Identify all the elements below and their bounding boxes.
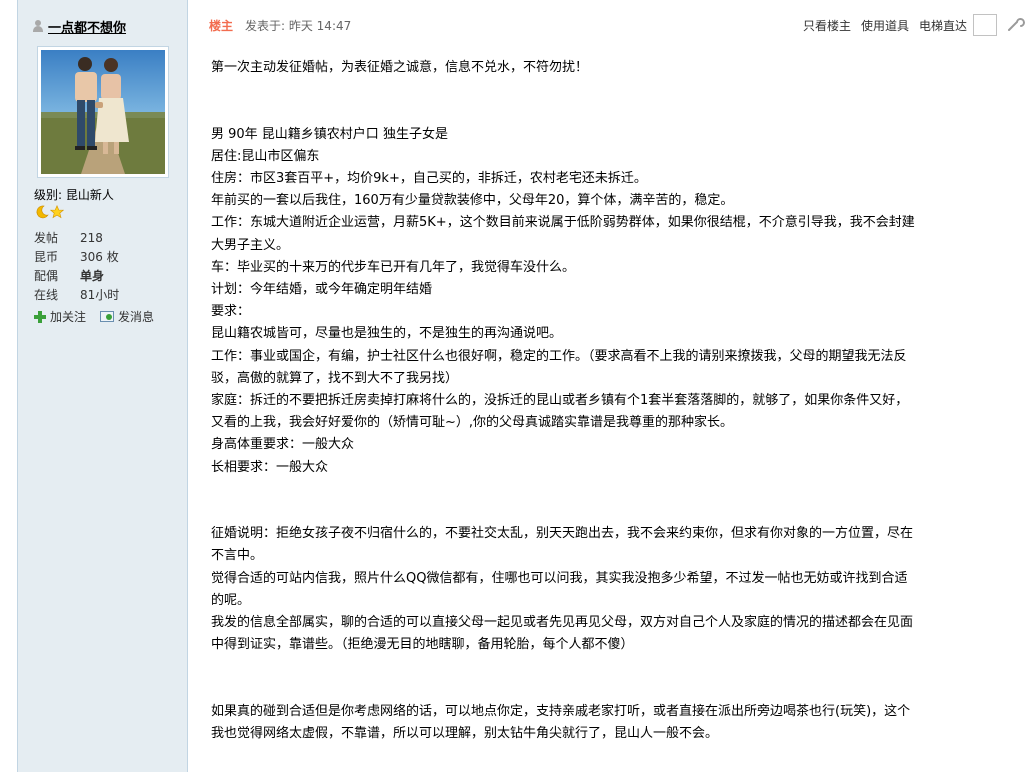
stat-value: 单身 (80, 269, 105, 283)
send-message-button[interactable]: 发消息 (100, 308, 154, 325)
stat-row-posts: 发帖 218 (34, 228, 184, 247)
star-icon (50, 205, 64, 219)
stat-label: 昆币 (34, 250, 59, 264)
content-line (211, 679, 1026, 701)
user-icon (32, 20, 44, 32)
content-line: 身高体重要求：一般大众 (211, 437, 355, 453)
content-line: 工作：事业或国企，有编，护士社区什么也很好啊，稳定的工作。（要求高看不上我的请别… (211, 348, 907, 364)
content-line: 长相要求：一般大众 (211, 459, 329, 475)
left-margin (0, 0, 18, 772)
header-links: 只看楼主 使用道具 电梯直达 (803, 14, 1025, 36)
author-name-link[interactable]: 一点都不想你 (48, 17, 126, 36)
author-row: 一点都不想你 (32, 17, 126, 36)
content-line: 我发的信息全部属实，聊的合适的可以直接父母一起见或者先见再见父母，双方对自己个人… (211, 615, 914, 631)
jump-floor-label: 电梯直达 (918, 18, 967, 33)
avatar-image (41, 50, 165, 174)
user-level: 级别: 昆山新人 (34, 186, 114, 203)
message-icon (100, 311, 115, 322)
content-line: 征婚说明：拒绝女孩子夜不归宿什么的，不要社交太乱，别天天跑出去，我不会来约束你，… (211, 526, 914, 542)
content-line: 男 90年 昆山籍乡镇农村户口 独生子女是 (211, 126, 448, 142)
content-line: 第一次主动发征婚帖，为表征婚之诚意，信息不兑水，不符勿扰！ (211, 60, 589, 75)
stat-row-online: 在线 81小时 (34, 285, 184, 304)
content-line: 住房：市区3套百平+，均价9k+，自己买的，非拆迁，农村老宅还未拆迁。 (211, 170, 647, 186)
avatar[interactable] (37, 46, 169, 178)
post-main: 楼主 发表于: 昨天 14:47 只看楼主 使用道具 电梯直达 第一次主动发征婚… (189, 0, 1035, 772)
stat-row-coins: 昆币 306 枚 (34, 247, 184, 266)
content-line: 居住:昆山市区偏东 (211, 148, 320, 164)
use-tool-link[interactable]: 使用道具 (861, 17, 909, 34)
post-time: 发表于: 昨天 14:47 (245, 19, 352, 33)
content-line: 工作：东城大道附近企业运营，月薪5K+，这个数目前来说属于低阶弱势群体，如果你很… (211, 215, 915, 231)
stat-label: 在线 (34, 288, 59, 302)
follow-button[interactable]: 加关注 (34, 308, 86, 325)
content-line: 中得到证实，靠谱些。（拒绝漫无目的地瞎聊，备用轮胎，每个人都不傻） (211, 637, 634, 653)
content-line: 又看的上我，我会好好爱你的（矫情可耻~）,你的父母真诚踏实靠谱是我尊重的那种家长… (211, 415, 734, 431)
only-author-link[interactable]: 只看楼主 (803, 17, 851, 34)
message-label: 发消息 (118, 310, 155, 324)
stat-label: 配偶 (34, 269, 59, 283)
content-line (211, 79, 1026, 101)
user-stats: 发帖 218 昆币 306 枚 配偶 单身 在线 81小时 (34, 228, 184, 304)
stat-value: 81小时 (80, 288, 120, 302)
stat-row-spouse: 配偶 单身 (34, 266, 184, 285)
content-line (211, 501, 1026, 523)
content-line: 计划：今年结婚，或今年确定明年结婚 (211, 282, 433, 297)
wrench-icon[interactable] (1007, 18, 1025, 32)
content-line: 年前买的一套以后我住，160万有少量贷款装修中，父母年20，算个体，满辛苦的，稳… (211, 193, 734, 209)
content-line: 如果真的碰到合适但是你考虑网络的话，可以地点你定，支持亲戚老家打听，或者直接在派… (211, 703, 911, 719)
content-line: 我也觉得网络太虚假，不靠谱，所以可以理解，别太钻牛角尖就行了，昆山人一般不会。 (211, 726, 719, 741)
level-label: 级别: (34, 188, 63, 202)
content-line: 不言中。 (211, 548, 264, 564)
post-content: 第一次主动发征婚帖，为表征婚之诚意，信息不兑水，不符勿扰！ 男 90年 昆山籍乡镇… (211, 57, 1026, 745)
content-line (211, 101, 1026, 123)
content-line: 觉得合适的可站内信我，照片什么QQ微信都有，住哪也可以问我，其实我没抱多少希望，… (211, 570, 908, 586)
content-line: 的呢。 (211, 592, 251, 608)
stat-value: 306 枚 (80, 250, 119, 264)
content-line: 要求： (211, 304, 251, 320)
content-line: 家庭：拆迁的不要把拆迁房卖掉打麻将什么的，没拆迁的昆山或者乡镇有个1套半套落落脚… (211, 393, 909, 409)
content-line (211, 656, 1026, 678)
level-link[interactable]: 昆山新人 (66, 188, 114, 202)
content-line: 车：毕业买的十来万的代步车已开有几年了，我觉得车没什么。 (211, 259, 576, 275)
jump-floor-input[interactable] (973, 14, 997, 36)
stat-label: 发帖 (34, 231, 59, 245)
content-line: 驳，高傲的就算了，找不到大不了我另找） (211, 370, 459, 386)
content-line: 大男子主义。 (211, 237, 290, 253)
author-sidebar: 一点都不想你 级别: 昆山新人 发帖 218 昆币 306 枚 配偶 单身 在线… (18, 0, 188, 772)
plus-icon (34, 310, 46, 323)
post-header: 楼主 发表于: 昨天 14:47 只看楼主 使用道具 电梯直达 (189, 0, 1035, 48)
stat-value[interactable]: 218 (80, 231, 103, 245)
moon-icon (36, 205, 49, 219)
medals (35, 205, 64, 219)
content-line (211, 479, 1026, 501)
content-line: 昆山籍农城皆可，尽量也是独生的，不是独生的再沟通说吧。 (211, 326, 563, 342)
user-actions: 加关注 发消息 (34, 308, 154, 325)
follow-label: 加关注 (50, 310, 87, 324)
floor-tag: 楼主 (209, 19, 234, 33)
